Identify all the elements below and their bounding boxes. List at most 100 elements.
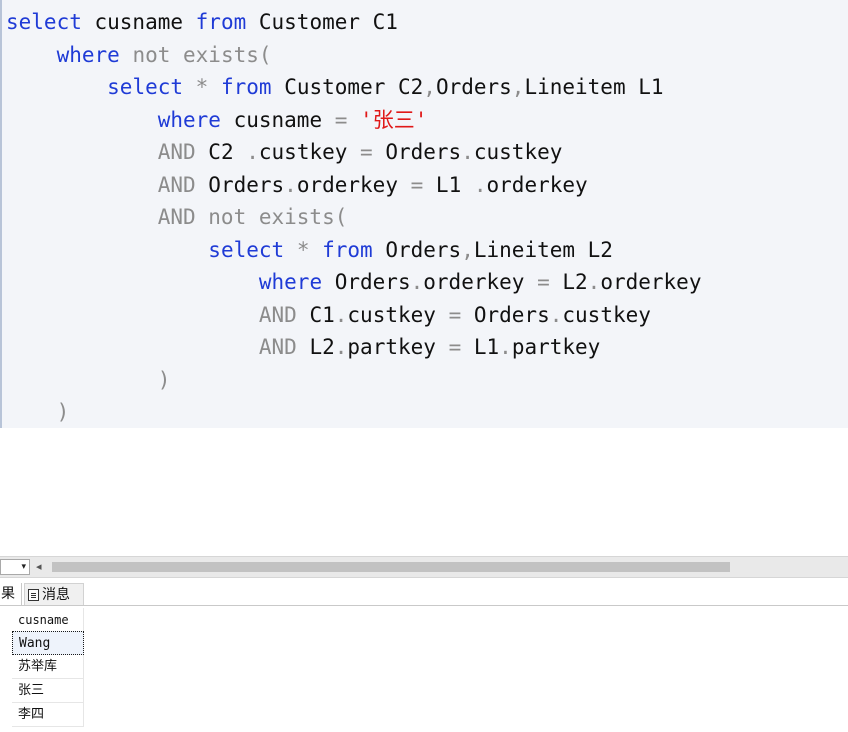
sql-operator: . (499, 335, 512, 359)
code-line[interactable]: ) (6, 396, 70, 428)
sql-operator: ) (56, 400, 70, 424)
code-line[interactable]: select * from Orders,Lineitem L2 (6, 234, 613, 266)
sql-identifier: Orders (195, 172, 285, 197)
table-cell[interactable]: 张三 (12, 679, 84, 703)
sql-identifier: custkey (473, 140, 563, 164)
sql-identifier (6, 270, 259, 294)
sql-identifier: orderkey (296, 172, 411, 197)
sql-keyword: from (322, 237, 373, 262)
code-line[interactable]: AND L2.partkey = L1.partkey (6, 331, 600, 363)
scrollbar-thumb[interactable] (52, 562, 730, 572)
code-line[interactable]: select cusname from Customer C1 (6, 6, 398, 38)
code-line[interactable]: AND Orders.orderkey = L1 .orderkey (6, 169, 588, 201)
sql-identifier: L1 (423, 172, 474, 197)
table-cell[interactable]: 苏举库 (12, 655, 84, 679)
sql-operator: , (511, 75, 525, 99)
sql-identifier: C1 (296, 302, 335, 327)
sql-operator: . (334, 302, 348, 327)
sql-identifier: Orders (372, 237, 462, 262)
sql-identifier (6, 75, 107, 99)
sql-operator: * (195, 75, 209, 99)
sql-operator: = (537, 270, 550, 294)
code-line[interactable]: where not exists( (6, 39, 272, 71)
sql-operator: * (296, 237, 310, 262)
sql-operator: = (448, 335, 462, 359)
sql-keyword: select (208, 237, 285, 262)
sql-identifier (6, 400, 57, 424)
sql-identifier (208, 75, 221, 99)
sql-keyword: from (220, 75, 272, 99)
tab-results[interactable]: 果 (0, 583, 22, 605)
scroll-left-arrow-icon[interactable]: ◂ (36, 559, 42, 575)
horizontal-scrollbar[interactable]: ▾ ◂ (0, 556, 848, 578)
code-line[interactable]: AND C1.custkey = Orders.custkey (6, 299, 651, 331)
sql-keyword: where (157, 107, 221, 132)
sql-identifier (6, 173, 158, 197)
sql-identifier: Lineitem L2 (473, 237, 613, 262)
sql-string: '张三' (360, 107, 428, 132)
sql-identifier: L2 (549, 270, 588, 294)
sql-operator: . (587, 270, 601, 294)
sql-identifier (284, 238, 297, 262)
code-line[interactable]: where Orders.orderkey = L2.orderkey (6, 266, 702, 298)
sql-operator: AND (258, 335, 297, 359)
sql-identifier (347, 108, 360, 132)
sql-operator: , (423, 75, 436, 99)
code-line[interactable]: where cusname = '张三' (6, 104, 428, 136)
sql-identifier (309, 238, 322, 262)
sql-identifier (6, 205, 158, 229)
sql-identifier: Orders (322, 270, 411, 294)
sql-operator: = (410, 172, 424, 197)
sql-identifier: Lineitem L1 (524, 75, 664, 99)
messages-icon (28, 589, 39, 601)
sql-identifier (120, 43, 133, 67)
chevron-down-icon: ▾ (21, 562, 26, 572)
sql-keyword: where (258, 270, 323, 294)
tab-messages[interactable]: 消息 (24, 583, 84, 605)
sql-identifier (6, 43, 57, 67)
code-line[interactable]: ) (6, 364, 171, 396)
sql-identifier: partkey (511, 335, 601, 359)
sql-operator: AND (157, 140, 196, 164)
results-tab-bar: 果 消息 (0, 580, 848, 606)
code-line[interactable]: AND not exists( (6, 201, 348, 233)
sql-identifier: Orders (372, 140, 462, 164)
tab-results-label: 果 (1, 586, 15, 602)
sql-operator: AND (157, 172, 196, 197)
table-cell[interactable]: 李四 (12, 703, 84, 727)
sql-operator: . (334, 335, 348, 359)
code-line[interactable]: select * from Customer C2,Orders,Lineite… (6, 71, 664, 103)
sql-identifier: C2 (195, 140, 247, 164)
sql-operator: ) (157, 367, 171, 392)
sql-identifier: L2 (296, 335, 335, 359)
sql-operator: not exists( (132, 42, 272, 67)
sql-keyword: select (6, 10, 82, 34)
sql-identifier: custkey (258, 140, 361, 164)
sql-identifier: cusname (81, 10, 196, 34)
sql-keyword: select (107, 75, 184, 99)
tab-messages-label: 消息 (42, 587, 70, 603)
column-header-cusname[interactable]: cusname (12, 608, 84, 632)
sql-editor[interactable]: select cusname from Customer C1 where no… (0, 0, 848, 428)
sql-operator: . (473, 172, 487, 197)
sql-identifier: Orders (461, 302, 550, 327)
sql-identifier: partkey (347, 335, 449, 359)
zoom-dropdown[interactable]: ▾ (0, 559, 30, 575)
sql-operator: , (461, 237, 474, 262)
sql-keyword: from (195, 10, 247, 34)
sql-operator: . (246, 140, 259, 164)
sql-identifier: cusname (220, 107, 335, 132)
sql-identifier: custkey (562, 302, 651, 327)
sql-identifier: custkey (347, 302, 449, 327)
sql-identifier (6, 140, 158, 164)
sql-identifier: Orders (435, 75, 512, 99)
table-cell[interactable]: Wang (12, 631, 84, 655)
sql-identifier: Customer C2 (271, 75, 424, 99)
code-line[interactable]: AND C2 .custkey = Orders.custkey (6, 136, 563, 168)
sql-operator: AND (258, 302, 297, 327)
sql-operator: . (461, 140, 474, 164)
sql-operator: = (448, 302, 462, 327)
sql-identifier: orderkey (486, 172, 588, 197)
sql-operator: . (284, 172, 297, 197)
sql-identifier: L1 (461, 335, 500, 359)
